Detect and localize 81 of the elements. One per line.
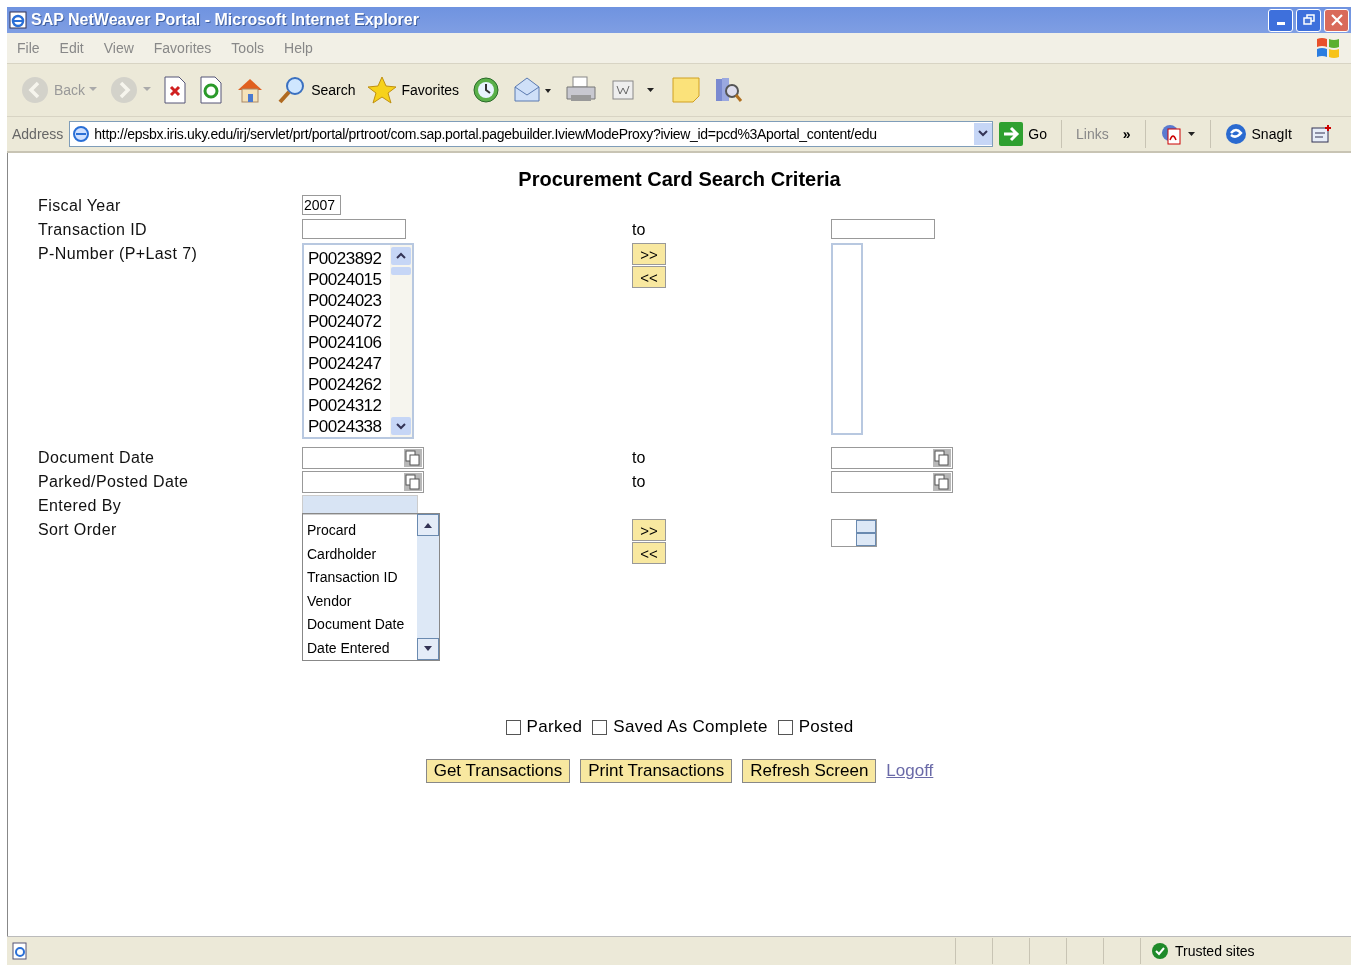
checkbox-label: Saved As Complete — [613, 717, 768, 737]
books-magnifier-icon — [713, 75, 744, 105]
date-field[interactable] — [302, 447, 424, 469]
caret-icon — [143, 87, 152, 93]
window-title: SAP NetWeaver Portal - Microsoft Internet Explorer — [31, 11, 420, 29]
list-box[interactable]: Procard Cardholder Transaction ID Vendor Document Date Date Entered — [302, 513, 440, 661]
caret-icon — [978, 130, 989, 138]
clock-icon — [471, 75, 502, 105]
restore-button[interactable] — [1296, 8, 1321, 32]
scrollbar[interactable] — [390, 245, 412, 437]
date-field[interactable] — [831, 471, 953, 493]
scrollbar[interactable] — [417, 514, 439, 660]
star-icon — [367, 75, 398, 105]
add-button[interactable]: >> — [632, 519, 666, 541]
more-chevron[interactable]: » — [1122, 126, 1131, 142]
capture-icon[interactable] — [1310, 123, 1334, 145]
to-field[interactable] — [831, 219, 935, 239]
logoff-link[interactable]: Logoff — [886, 761, 934, 781]
to-label: to — [632, 473, 646, 490]
field-label: Document Date — [38, 448, 156, 468]
favorites-button[interactable]: Favorites — [364, 75, 463, 105]
action-button[interactable]: Get Transactions — [425, 759, 571, 783]
checkbox[interactable] — [777, 719, 793, 735]
stop-icon — [163, 76, 188, 104]
swirl-icon — [1224, 123, 1247, 145]
calendar-icon[interactable] — [933, 473, 951, 491]
restore-icon — [1302, 14, 1315, 26]
list-box[interactable]: P0023892 P0024015 P0024023 P0024072 P0024106 P0024247 P0024262 P0024312 P0024338 — [302, 243, 414, 439]
field-label: Sort Order — [38, 520, 118, 540]
remove-button[interactable]: << — [632, 266, 666, 288]
minimize-button[interactable] — [1268, 8, 1293, 32]
field-label: Entered By — [38, 496, 123, 516]
checkbox[interactable] — [505, 719, 521, 735]
down-caret-icon — [396, 422, 406, 430]
caret-icon — [89, 87, 98, 93]
refresh-icon — [199, 76, 224, 104]
zone-label: Trusted sites — [1175, 943, 1255, 959]
field-label: Transaction ID — [38, 220, 149, 240]
pdf-icon[interactable] — [1159, 122, 1196, 146]
up-caret-icon — [396, 252, 406, 260]
page-icon — [11, 942, 29, 960]
date-field[interactable] — [831, 447, 953, 469]
snagit-button[interactable]: SnagIt — [1224, 123, 1292, 145]
envelope-icon — [513, 75, 554, 105]
field-label: Fiscal Year — [38, 196, 122, 216]
action-button[interactable]: Print Transactions — [580, 759, 733, 783]
checkbox-label: Parked — [526, 717, 583, 737]
go-button[interactable]: Go — [999, 122, 1048, 146]
action-button[interactable]: Refresh Screen — [742, 759, 877, 783]
close-icon — [1330, 14, 1343, 26]
field-label: Parked/Posted Date — [38, 472, 190, 492]
page-icon — [72, 125, 91, 143]
calendar-icon[interactable] — [933, 449, 951, 467]
entered-by-field[interactable] — [302, 495, 418, 515]
address-field[interactable]: http://epsbx.iris.uky.edu/irj/servlet/prt/portal/prtroot/com.sap.portal.pagebuilder.IviewModeProxy?iview_id=pcd%3Aportal_content/edu — [69, 121, 994, 147]
calendar-icon[interactable] — [404, 473, 422, 491]
minimize-icon — [1276, 22, 1285, 25]
remove-button[interactable]: << — [632, 542, 666, 564]
date-field[interactable] — [302, 471, 424, 493]
up-triangle-icon — [423, 522, 433, 528]
form-title: Procurement Card Search Criteria — [517, 168, 842, 191]
note-icon — [671, 75, 702, 105]
browser-icon — [9, 11, 27, 29]
dropdown-button[interactable] — [974, 123, 993, 145]
scroll-thumb[interactable] — [391, 267, 411, 275]
checkbox-label: Posted — [798, 717, 854, 737]
calendar-icon[interactable] — [404, 449, 422, 467]
checkbox[interactable] — [592, 719, 608, 735]
search-button[interactable]: Search — [274, 75, 359, 105]
year-field[interactable]: 2007 — [302, 195, 341, 215]
windows-logo-icon — [1315, 36, 1341, 60]
add-button[interactable]: >> — [632, 243, 666, 265]
address-label: Address — [12, 126, 64, 142]
to-label: to — [632, 221, 646, 238]
field-label: P-Number (P+Last 7) — [38, 244, 199, 264]
to-label: to — [632, 449, 646, 466]
from-field[interactable] — [302, 219, 406, 239]
check-icon — [1151, 942, 1169, 960]
sort-list-box[interactable] — [831, 519, 877, 547]
down-triangle-icon — [423, 646, 433, 652]
close-button[interactable] — [1324, 8, 1349, 32]
